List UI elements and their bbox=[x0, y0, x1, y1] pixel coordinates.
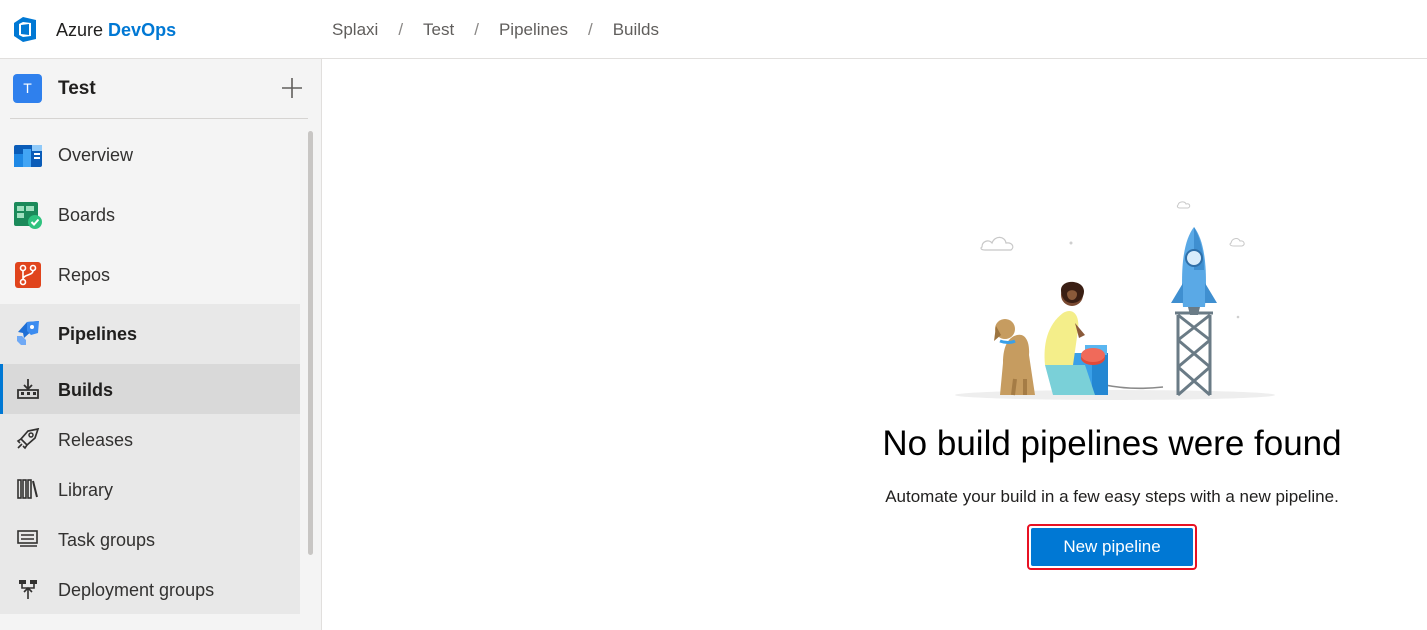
sidebar-subitem-label: Task groups bbox=[58, 530, 156, 550]
boards-icon bbox=[14, 202, 42, 229]
brand-strong: DevOps bbox=[108, 20, 177, 40]
sidebar-subitem-deployment-groups[interactable]: Deployment groups bbox=[0, 564, 300, 614]
sidebar-subitem-library[interactable]: Library bbox=[0, 464, 300, 514]
azure-devops-logo-icon[interactable] bbox=[12, 14, 42, 44]
task-groups-icon bbox=[17, 530, 38, 547]
top-header: Azure DevOps Splaxi / Test / Pipelines /… bbox=[0, 0, 1427, 59]
sidebar-item-repos[interactable]: Repos bbox=[0, 245, 300, 305]
sidebar-subitem-label: Library bbox=[58, 480, 114, 500]
breadcrumb-pipelines[interactable]: Pipelines bbox=[499, 19, 568, 41]
new-pipeline-button[interactable]: New pipeline bbox=[1031, 528, 1193, 566]
sidebar-item-overview[interactable]: Overview bbox=[0, 125, 300, 185]
add-icon[interactable] bbox=[280, 76, 304, 100]
brand-title[interactable]: Azure DevOps bbox=[56, 19, 176, 41]
deployment-groups-icon bbox=[19, 580, 37, 599]
empty-state-illustration bbox=[955, 201, 1275, 400]
breadcrumb: Splaxi / Test / Pipelines / Builds bbox=[332, 19, 659, 41]
sidebar-item-label: Boards bbox=[58, 205, 116, 225]
sidebar-subitem-builds[interactable]: Builds bbox=[0, 364, 300, 414]
sidebar-scrollbar[interactable] bbox=[308, 131, 313, 555]
sidebar-subitem-label: Releases bbox=[58, 430, 134, 450]
sidebar-subitem-label: Builds bbox=[58, 380, 114, 400]
breadcrumb-separator: / bbox=[398, 20, 404, 39]
pipelines-icon bbox=[17, 321, 39, 345]
breadcrumb-organization[interactable]: Splaxi bbox=[332, 19, 378, 41]
breadcrumb-separator: / bbox=[587, 20, 593, 39]
overview-icon bbox=[14, 145, 42, 167]
project-name: Test bbox=[58, 78, 96, 99]
sidebar-item-label: Repos bbox=[58, 265, 111, 285]
sidebar-item-label: Overview bbox=[58, 145, 134, 165]
project-header[interactable]: T Test bbox=[0, 59, 322, 119]
brand-prefix: Azure bbox=[56, 20, 104, 40]
project-avatar: T bbox=[13, 74, 42, 103]
builds-icon bbox=[17, 379, 39, 399]
sidebar: T Test Overview Boards Repos Pipelines B… bbox=[0, 59, 322, 630]
new-pipeline-button-highlight: New pipeline bbox=[1027, 524, 1197, 570]
breadcrumb-separator: / bbox=[474, 20, 479, 39]
divider bbox=[10, 118, 308, 119]
sidebar-subitem-releases[interactable]: Releases bbox=[0, 414, 300, 464]
sidebar-item-pipelines[interactable]: Pipelines bbox=[0, 304, 300, 364]
sidebar-subitem-task-groups[interactable]: Task groups bbox=[0, 514, 300, 564]
sidebar-subitem-label: Deployment groups bbox=[58, 580, 215, 600]
empty-state-title: No build pipelines were found bbox=[882, 424, 1342, 463]
sidebar-item-boards[interactable]: Boards bbox=[0, 185, 300, 245]
repos-icon bbox=[15, 262, 41, 288]
library-icon bbox=[17, 479, 38, 499]
releases-icon bbox=[16, 428, 40, 450]
breadcrumb-project[interactable]: Test bbox=[423, 19, 454, 41]
empty-state-description: Automate your build in a few easy steps … bbox=[885, 487, 1339, 506]
breadcrumb-builds[interactable]: Builds bbox=[613, 19, 659, 41]
pipelines-group: Pipelines Builds Releases Library Task g… bbox=[0, 304, 300, 614]
sidebar-item-label: Pipelines bbox=[58, 324, 138, 344]
